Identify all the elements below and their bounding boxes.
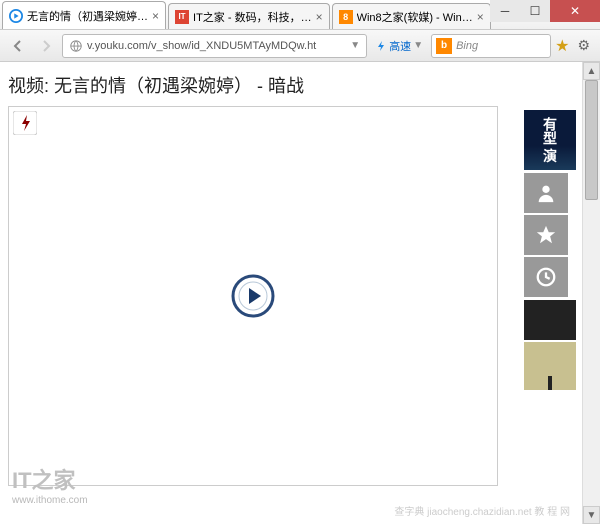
dropdown-icon[interactable]: ▼ xyxy=(350,40,360,51)
flash-icon xyxy=(13,111,37,135)
speed-mode[interactable]: 高速 ▼ xyxy=(371,38,427,54)
history-button[interactable] xyxy=(524,257,568,297)
page-title: 视频: 无言的情（初遇梁婉婷） - 暗战 xyxy=(8,72,516,98)
lightning-icon xyxy=(375,40,387,52)
scroll-down-button[interactable]: ▼ xyxy=(583,506,600,524)
scroll-up-button[interactable]: ▲ xyxy=(583,62,600,80)
play-button[interactable] xyxy=(231,274,275,318)
vertical-scrollbar: ▲ ▼ xyxy=(582,62,600,524)
content-area: 视频: 无言的情（初遇梁婉婷） - 暗战 有型 演 xyxy=(0,62,600,524)
star-icon xyxy=(535,224,557,246)
forward-button[interactable] xyxy=(34,34,58,58)
sidebar-buttons xyxy=(524,172,582,298)
watermark-left: IT之家 www.ithome.com xyxy=(12,463,88,506)
tab-youku[interactable]: 无言的情（初遇梁婉婷… × xyxy=(2,1,166,29)
scroll-thumb[interactable] xyxy=(585,80,598,200)
clock-icon xyxy=(535,266,557,288)
forward-icon xyxy=(38,38,54,54)
maximize-button[interactable]: ☐ xyxy=(520,0,550,22)
scroll-track[interactable] xyxy=(583,80,600,506)
close-button[interactable]: ✕ xyxy=(550,0,600,22)
close-icon[interactable]: × xyxy=(152,9,159,23)
tab-title: IT之家 - 数码，科技，… xyxy=(193,9,312,25)
watermark-logo: IT之家 xyxy=(12,463,88,495)
chevron-down-icon: ▼ xyxy=(413,40,423,51)
tools-button[interactable]: ⚙ xyxy=(573,37,594,54)
bing-icon: b xyxy=(436,38,452,54)
youku-icon xyxy=(9,9,23,23)
speed-label: 高速 xyxy=(389,38,411,54)
close-icon[interactable]: × xyxy=(316,10,323,24)
globe-icon xyxy=(69,39,83,53)
sidebar-thumb-2[interactable] xyxy=(524,300,576,340)
url-input[interactable]: v.youku.com/v_show/id_XNDU5MTAyMDQw.ht ▼ xyxy=(62,34,367,58)
tab-title: 无言的情（初遇梁婉婷… xyxy=(27,8,148,24)
search-placeholder: Bing xyxy=(456,40,478,52)
watermark-url: www.ithome.com xyxy=(12,495,88,506)
back-icon xyxy=(10,38,26,54)
favorites-button[interactable]: ★ xyxy=(555,36,569,56)
watermark-right: 查字典 jiaocheng.chazidian.net 教 程 网 xyxy=(394,503,570,518)
minimize-button[interactable]: ─ xyxy=(490,0,520,22)
right-sidebar: 有型 演 xyxy=(524,62,582,524)
address-bar: v.youku.com/v_show/id_XNDU5MTAyMDQw.ht ▼… xyxy=(0,30,600,62)
user-button[interactable] xyxy=(524,173,568,213)
sidebar-thumb-1[interactable]: 有型 演 xyxy=(524,110,576,170)
tab-strip: 无言的情（初遇梁婉婷… × IT IT之家 - 数码，科技，… × 8 Win8… xyxy=(0,0,493,29)
ithome-icon: IT xyxy=(175,10,189,24)
user-icon xyxy=(535,182,557,204)
win8-icon: 8 xyxy=(339,10,353,24)
url-text: v.youku.com/v_show/id_XNDU5MTAyMDQw.ht xyxy=(87,40,316,52)
back-button[interactable] xyxy=(6,34,30,58)
video-player[interactable] xyxy=(8,106,498,486)
main-column: 视频: 无言的情（初遇梁婉婷） - 暗战 xyxy=(0,62,524,524)
tab-win8[interactable]: 8 Win8之家(软媒) - Win… × xyxy=(332,3,491,29)
sidebar-thumb-3[interactable] xyxy=(524,342,576,390)
tab-ithome[interactable]: IT IT之家 - 数码，科技，… × xyxy=(168,3,330,29)
favorite-button[interactable] xyxy=(524,215,568,255)
tab-title: Win8之家(软媒) - Win… xyxy=(357,9,473,25)
close-icon[interactable]: × xyxy=(477,10,484,24)
search-input[interactable]: b Bing xyxy=(431,34,551,58)
window-controls: ─ ☐ ✕ xyxy=(490,0,600,22)
window-titlebar: 无言的情（初遇梁婉婷… × IT IT之家 - 数码，科技，… × 8 Win8… xyxy=(0,0,600,30)
